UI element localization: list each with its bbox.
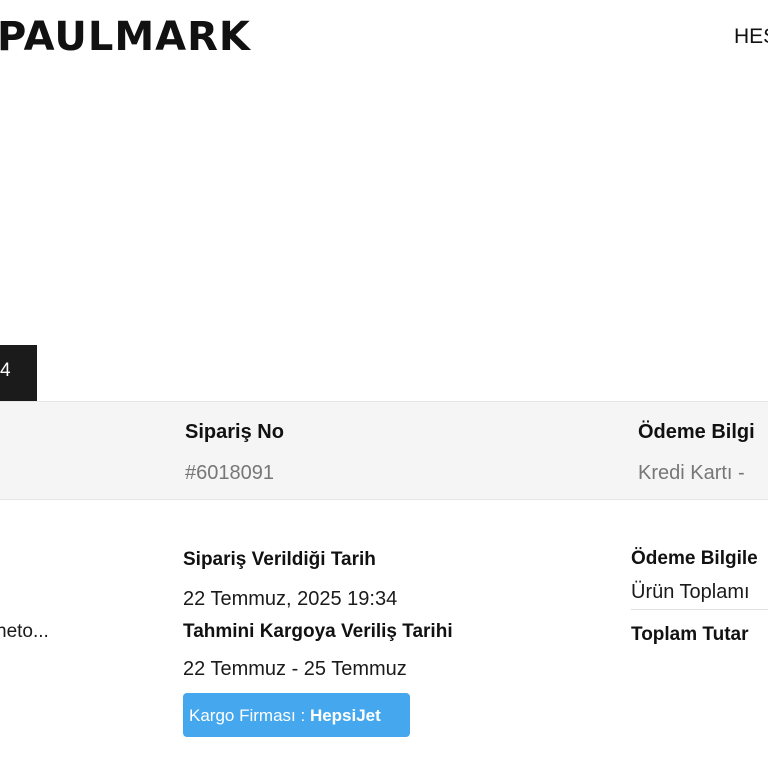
brand-logo[interactable]: PAULMARK <box>0 17 251 57</box>
order-no-label: Sipariş No <box>185 421 284 443</box>
order-date-label: Sipariş Verildiği Tarih <box>183 549 376 570</box>
cargo-company-badge[interactable]: Kargo Firması : HepsiJet <box>183 693 410 737</box>
product-name[interactable]: neto... <box>0 622 49 641</box>
subtotal-label: Ürün Toplamı <box>631 581 750 603</box>
payment-info-value: Kredi Kartı - <box>638 462 745 484</box>
nav-item-account[interactable]: HES <box>734 26 768 47</box>
order-no-value: #6018091 <box>185 462 274 484</box>
tab-active[interactable]: 4 <box>0 345 37 401</box>
cargo-company-value: HepsiJet <box>309 706 381 725</box>
payment-summary-label: Ödeme Bilgile <box>631 548 758 569</box>
summary-divider <box>631 609 768 610</box>
ship-estimate-value: 22 Temmuz - 25 Temmuz <box>183 658 407 680</box>
cargo-company-label: Kargo Firması : <box>189 706 306 725</box>
ship-estimate-label: Tahmini Kargoya Veriliş Tarihi <box>183 621 453 642</box>
total-label: Toplam Tutar <box>631 624 749 645</box>
order-date-value: 22 Temmuz, 2025 19:34 <box>183 588 398 610</box>
order-summary-header: Sipariş No #6018091 Ödeme Bilgi Kredi Ka… <box>0 401 768 500</box>
payment-info-label: Ödeme Bilgi <box>638 421 755 443</box>
